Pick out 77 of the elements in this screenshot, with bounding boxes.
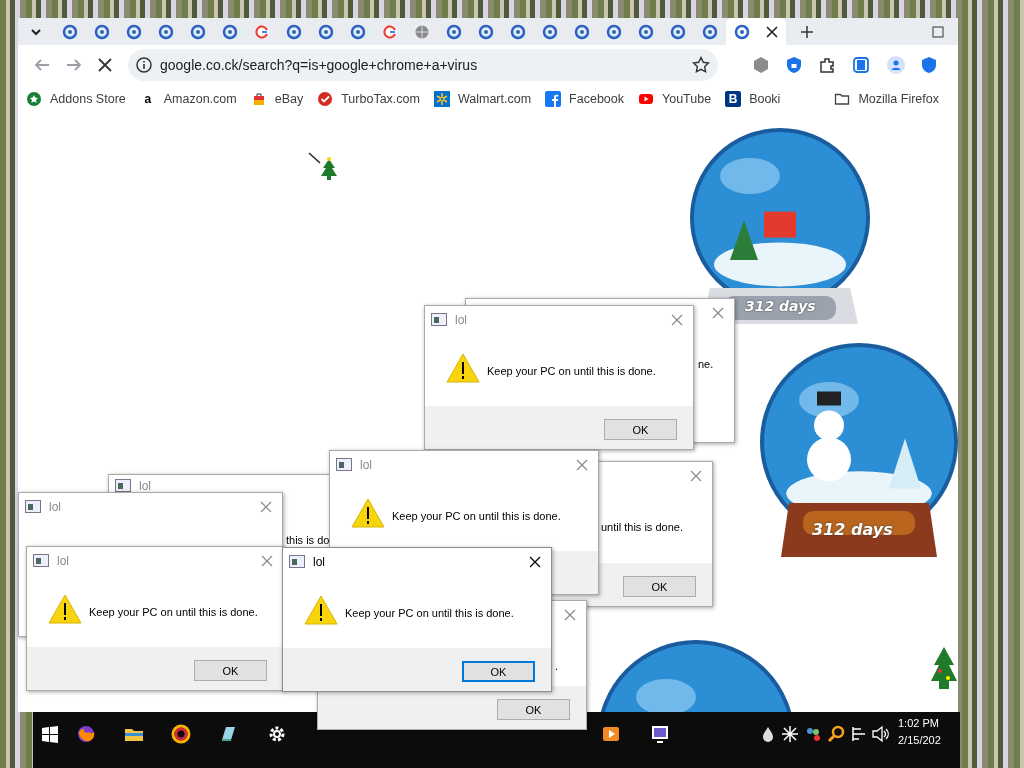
close-icon[interactable]	[766, 25, 778, 38]
globe-label: 312 days	[812, 519, 893, 541]
bookmark-link[interactable]: TurboTax.com	[317, 89, 420, 109]
star-badge-icon	[26, 91, 42, 107]
hexagon-icon[interactable]	[752, 56, 770, 74]
ok-button[interactable]: OK	[194, 660, 267, 681]
checkmark-icon	[317, 91, 334, 107]
windows-logo-icon[interactable]	[40, 724, 60, 744]
app-icon	[336, 458, 352, 471]
ring-icon[interactable]	[171, 724, 191, 744]
dialog-message: this is do	[286, 533, 330, 548]
bookmark-link[interactable]: a Amazon.com	[139, 89, 237, 109]
app-icon	[115, 479, 131, 492]
warning-icon	[304, 595, 338, 625]
profile-icon[interactable]	[886, 55, 906, 75]
bookmark-link[interactable]: Mozilla Firefox	[834, 89, 939, 109]
star-icon[interactable]	[692, 56, 710, 74]
dialog-message: Keep your PC on until this is done.	[345, 606, 514, 621]
dialog-title: lol	[455, 312, 467, 329]
clock-time[interactable]: 1:02 PM	[898, 715, 941, 732]
stop-icon[interactable]	[98, 58, 112, 72]
shield-check-icon[interactable]	[922, 56, 936, 74]
app-icon	[25, 500, 41, 513]
dialog-message: ne.	[698, 357, 714, 372]
bookmark-link[interactable]: eBay	[250, 89, 304, 109]
fox-icon[interactable]	[76, 724, 96, 744]
dialog-title: lol	[313, 554, 325, 571]
shield-icon[interactable]	[786, 56, 802, 74]
dialog-message: Keep your PC on until this is done.	[392, 509, 561, 524]
play-icon[interactable]	[601, 724, 621, 744]
monitor-icon[interactable]	[650, 724, 670, 744]
dialog-title: lol	[360, 457, 372, 474]
speaker-icon[interactable]	[871, 724, 891, 744]
g-letter-icon	[254, 23, 270, 40]
close-icon[interactable]	[529, 556, 541, 568]
puzzle-icon[interactable]	[818, 56, 836, 74]
settings-icon[interactable]	[267, 724, 287, 744]
bookmark-link[interactable]: YouTube	[638, 89, 712, 109]
globe-icon	[414, 23, 430, 40]
tree-drawing	[308, 152, 340, 182]
plus-icon[interactable]	[800, 24, 814, 39]
bookmark-link[interactable]: Addons Store	[26, 89, 126, 109]
dialog-message: Keep your PC on until this is done.	[89, 605, 258, 620]
bookmark-link[interactable]: B Booki	[725, 89, 781, 109]
clock-date[interactable]: 2/15/202	[898, 731, 941, 748]
app-icon	[33, 554, 49, 567]
dialog-message: until this is done.	[601, 520, 683, 535]
bookmark-link[interactable]: Facebook	[545, 89, 624, 109]
dialog-title: lol	[139, 478, 151, 495]
forward-arrow-icon[interactable]	[66, 57, 82, 73]
letter-f-icon	[545, 91, 562, 107]
ok-button[interactable]: OK	[497, 699, 570, 720]
browser-tab[interactable]	[726, 18, 786, 45]
dialog-title: lol	[49, 499, 61, 516]
sidebar-icon[interactable]	[852, 56, 870, 74]
spark-icon	[433, 91, 450, 107]
folder-icon	[834, 91, 851, 107]
ok-button[interactable]: OK	[623, 576, 696, 597]
ok-button[interactable]: OK	[462, 661, 535, 682]
back-arrow-icon[interactable]	[34, 57, 50, 73]
search-icon[interactable]	[827, 724, 847, 744]
g-letter-icon	[382, 23, 398, 40]
bookmark-link[interactable]: Walmart.com	[433, 89, 532, 109]
dialog-title: lol	[57, 553, 69, 570]
warning-icon	[351, 498, 385, 528]
info-icon[interactable]	[136, 57, 152, 73]
warning-icon	[446, 353, 480, 383]
app-icon	[289, 555, 305, 568]
warning-icon	[48, 594, 82, 624]
app-icon	[431, 313, 447, 326]
ok-button[interactable]: OK	[604, 419, 677, 440]
globe-label: 312 days	[745, 297, 816, 316]
maximize-icon[interactable]	[932, 25, 944, 38]
dialog-message: .	[555, 659, 559, 674]
dialog-message: Keep your PC on until this is done.	[487, 364, 656, 379]
play-icon	[638, 91, 654, 107]
asterisk-icon[interactable]	[780, 724, 800, 744]
